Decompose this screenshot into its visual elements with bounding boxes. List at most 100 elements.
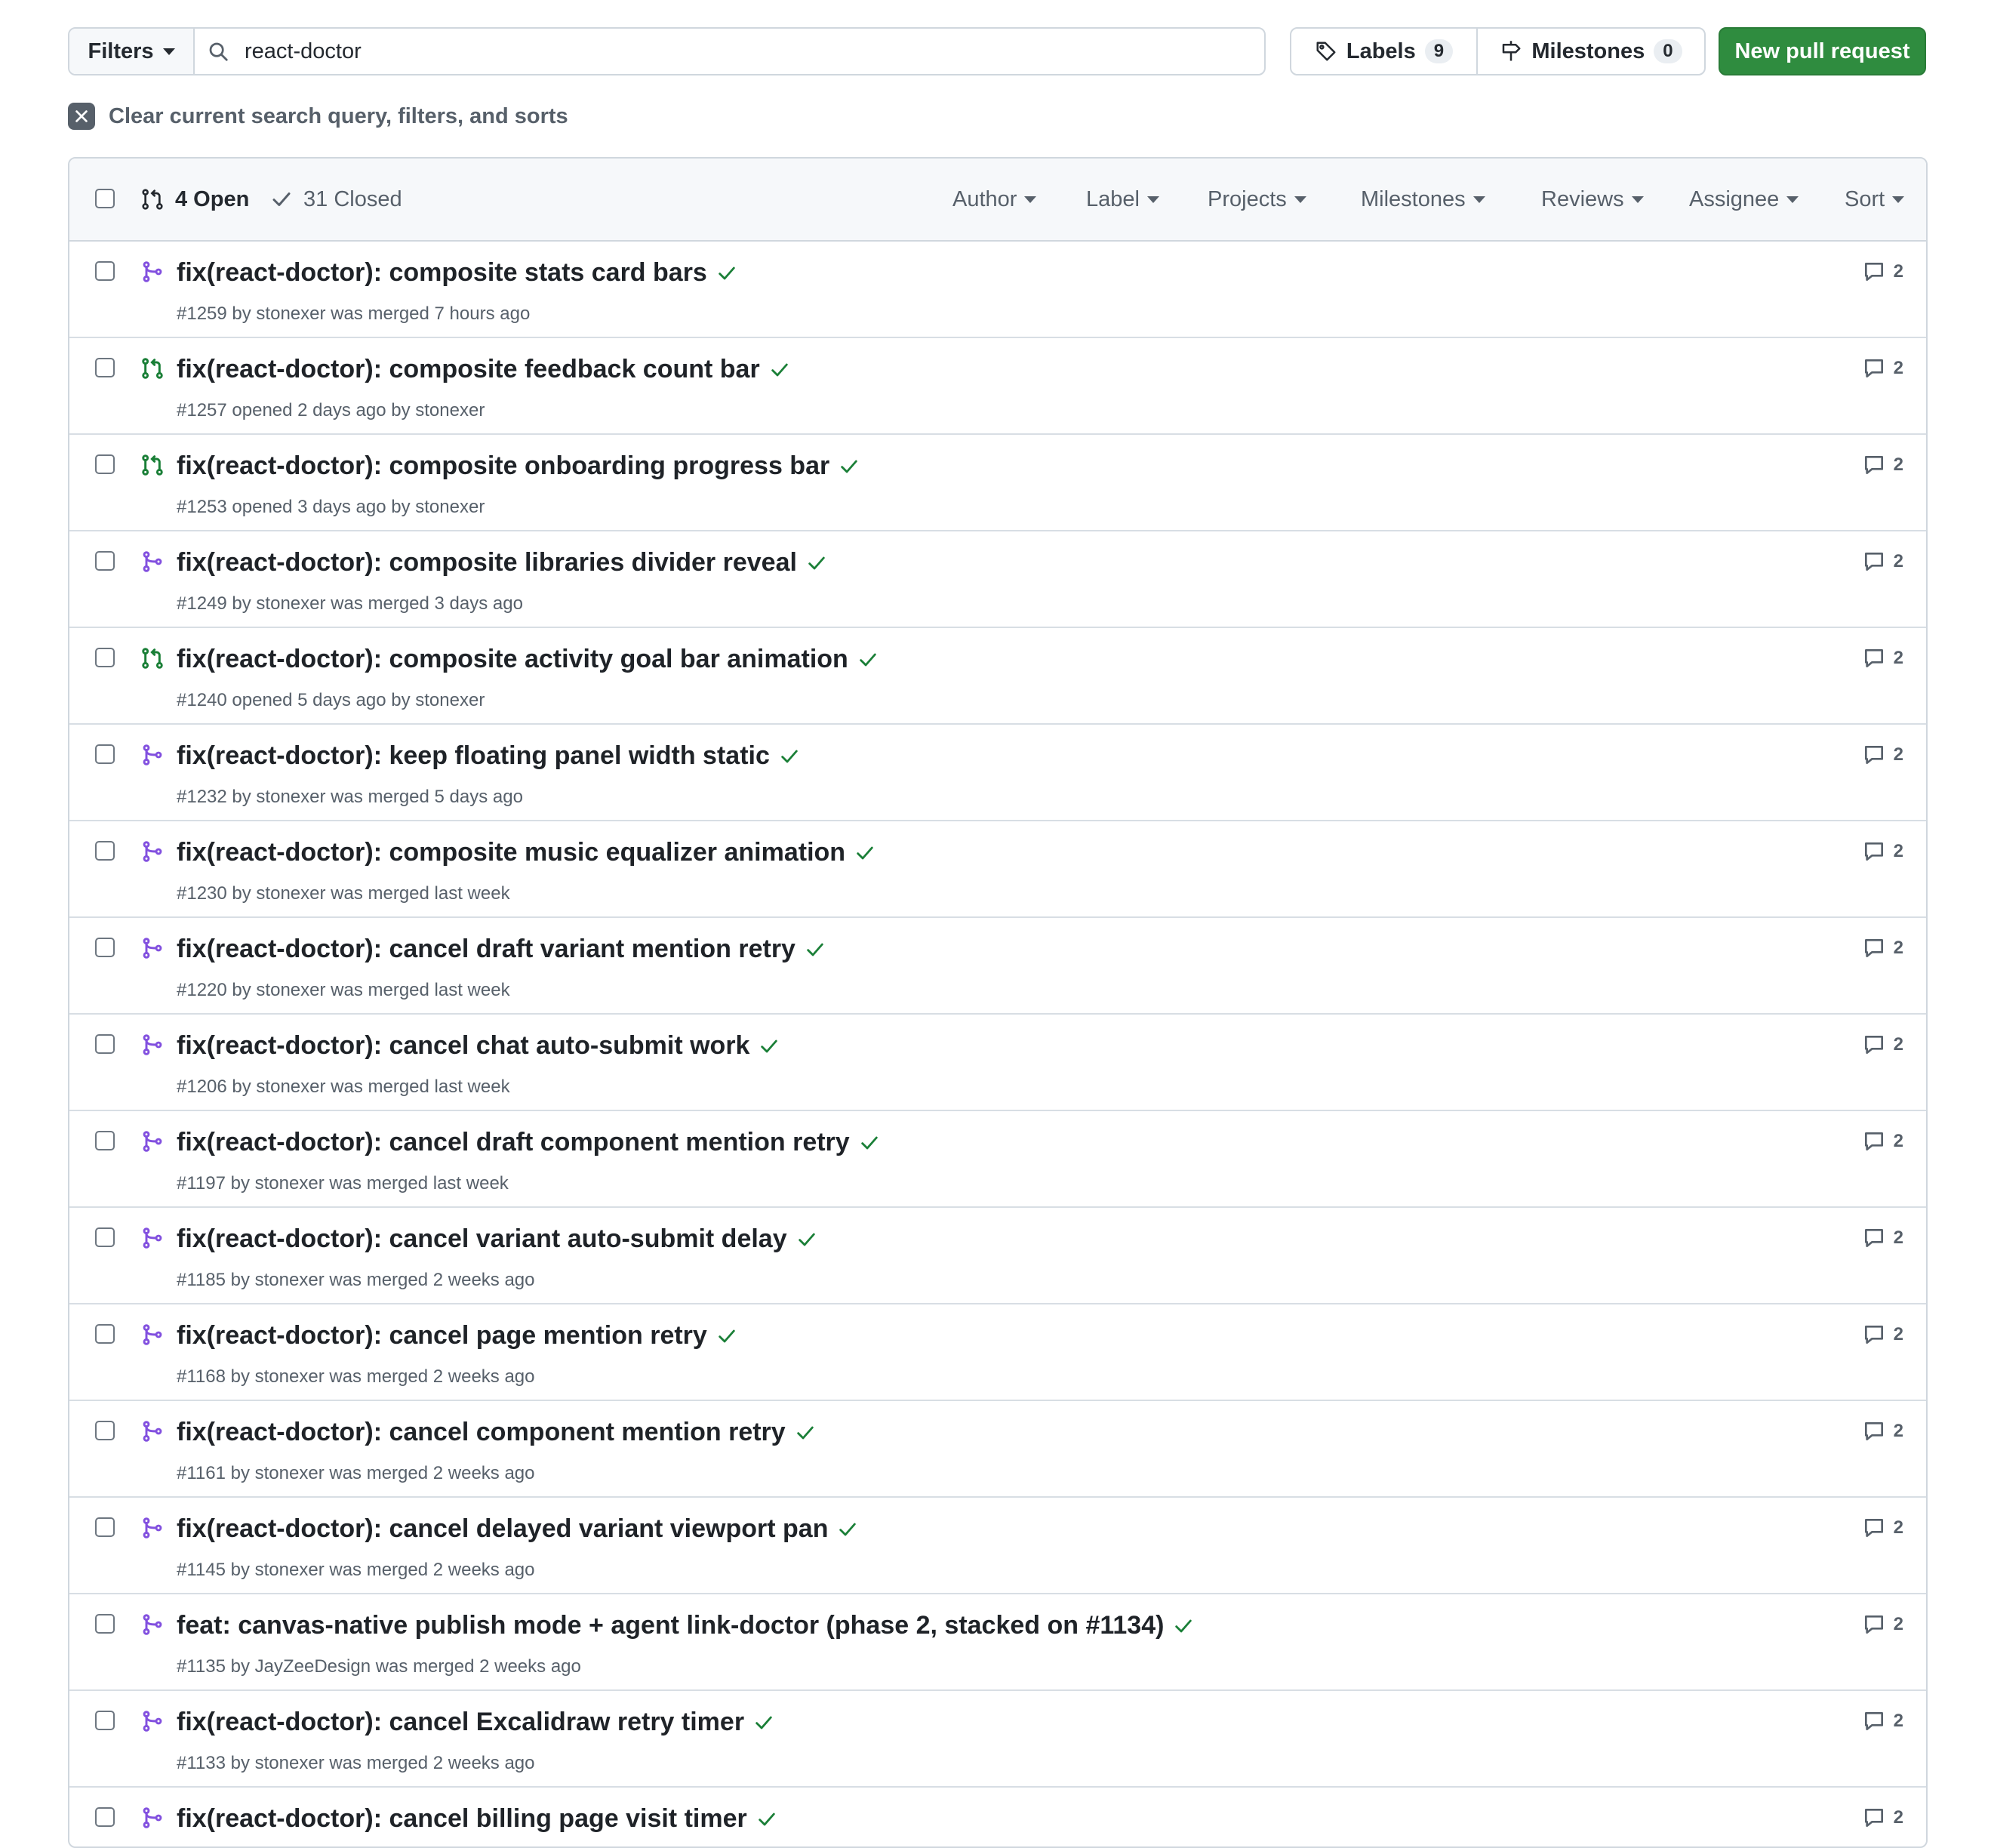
pull-request-row[interactable]: fix(react-doctor): cancel variant auto-s… [69,1208,1926,1304]
pr-title-link[interactable]: fix(react-doctor): cancel variant auto-s… [177,1224,817,1254]
comments-link[interactable]: 2 [1862,743,1903,767]
pr-title-link[interactable]: fix(react-doctor): cancel page mention r… [177,1321,737,1351]
comments-link[interactable]: 2 [1862,1612,1903,1637]
search-input[interactable] [243,38,1264,65]
pr-title: fix(react-doctor): keep floating panel w… [177,741,770,770]
comments-link[interactable]: 2 [1862,260,1903,284]
open-filter-tab[interactable]: 4 Open [140,159,249,240]
row-checkbox[interactable] [95,1034,115,1054]
pr-meta: #1249 by stonexer was merged 3 days ago [177,593,523,614]
row-checkbox[interactable] [95,358,115,377]
assignee-menu[interactable]: Assignee [1689,159,1799,240]
comment-icon [1862,936,1886,960]
pr-title-link[interactable]: fix(react-doctor): composite stats card … [177,258,737,288]
pull-request-row[interactable]: fix(react-doctor): composite onboarding … [69,435,1926,531]
row-checkbox[interactable] [95,1711,115,1730]
comments-link[interactable]: 2 [1862,1226,1903,1250]
pull-request-row[interactable]: fix(react-doctor): composite activity go… [69,628,1926,725]
closed-filter-tab[interactable]: 31 Closed [270,159,402,240]
row-checkbox[interactable] [95,1807,115,1827]
row-checkbox[interactable] [95,938,115,957]
comments-link[interactable]: 2 [1862,1419,1903,1443]
pr-title-link[interactable]: fix(react-doctor): composite libraries d… [177,548,827,578]
pull-request-row[interactable]: fix(react-doctor): cancel page mention r… [69,1304,1926,1401]
reviews-menu[interactable]: Reviews [1541,159,1644,240]
new-pull-request-button[interactable]: New pull request [1719,27,1926,75]
row-checkbox[interactable] [95,1421,115,1440]
label-menu[interactable]: Label [1086,159,1159,240]
pull-request-row[interactable]: fix(react-doctor): cancel draft componen… [69,1111,1926,1208]
pull-request-row[interactable]: fix(react-doctor): cancel draft variant … [69,918,1926,1015]
assignee-menu-label: Assignee [1689,186,1780,211]
sort-menu[interactable]: Sort [1845,159,1905,240]
pr-title-link[interactable]: fix(react-doctor): cancel delayed varian… [177,1514,858,1544]
pr-title-link[interactable]: fix(react-doctor): cancel billing page v… [177,1804,777,1834]
comment-icon [1862,743,1886,767]
row-checkbox[interactable] [95,1324,115,1344]
row-checkbox[interactable] [95,1614,115,1634]
comments-link[interactable]: 2 [1862,1323,1903,1347]
labels-button[interactable]: Labels 9 [1291,29,1478,74]
pr-title-link[interactable]: fix(react-doctor): cancel component ment… [177,1418,816,1447]
pr-title-link[interactable]: fix(react-doctor): cancel Excalidraw ret… [177,1708,774,1737]
pull-request-row[interactable]: fix(react-doctor): cancel component ment… [69,1401,1926,1498]
author-menu[interactable]: Author [952,159,1037,240]
pr-title-link[interactable]: fix(react-doctor): composite music equal… [177,838,875,867]
milestones-button[interactable]: Milestones 0 [1478,29,1704,74]
pull-request-row[interactable]: fix(react-doctor): composite libraries d… [69,531,1926,628]
labels-count: 9 [1424,39,1454,63]
pr-title: fix(react-doctor): composite music equal… [177,838,846,867]
pull-request-row[interactable]: fix(react-doctor): keep floating panel w… [69,725,1926,821]
clear-filters-text: Clear current search query, filters, and… [109,103,568,128]
pr-title: fix(react-doctor): composite activity go… [177,645,848,673]
pr-title-link[interactable]: fix(react-doctor): composite onboarding … [177,451,860,481]
pr-title-link[interactable]: feat: canvas-native publish mode + agent… [177,1611,1194,1640]
select-all-checkbox[interactable] [95,189,115,208]
comment-icon [1862,1709,1886,1733]
merged-pr-icon [140,743,165,767]
comments-link[interactable]: 2 [1862,1033,1903,1057]
row-checkbox[interactable] [95,261,115,281]
row-checkbox[interactable] [95,1227,115,1247]
pull-request-row[interactable]: fix(react-doctor): cancel billing page v… [69,1788,1926,1846]
pr-title-link[interactable]: fix(react-doctor): keep floating panel w… [177,741,800,771]
pull-request-row[interactable]: feat: canvas-native publish mode + agent… [69,1594,1926,1691]
filters-button[interactable]: Filters [69,29,195,74]
pull-request-row[interactable]: fix(react-doctor): cancel Excalidraw ret… [69,1691,1926,1788]
comments-link[interactable]: 2 [1862,839,1903,864]
row-checkbox[interactable] [95,1131,115,1150]
comment-count: 2 [1893,938,1903,958]
comments-link[interactable]: 2 [1862,1709,1903,1733]
comments-link[interactable]: 2 [1862,550,1903,574]
pr-title-link[interactable]: fix(react-doctor): cancel draft componen… [177,1128,880,1157]
pull-request-row[interactable]: fix(react-doctor): cancel chat auto-subm… [69,1015,1926,1111]
comments-link[interactable]: 2 [1862,356,1903,380]
comments-link[interactable]: 2 [1862,936,1903,960]
projects-menu[interactable]: Projects [1208,159,1306,240]
pr-title-link[interactable]: fix(react-doctor): composite activity go… [177,645,879,674]
pr-title: fix(react-doctor): composite feedback co… [177,355,760,383]
row-checkbox[interactable] [95,648,115,667]
clear-filters-link[interactable]: Clear current search query, filters, and… [68,101,568,131]
comments-link[interactable]: 2 [1862,646,1903,670]
pull-request-row[interactable]: fix(react-doctor): composite feedback co… [69,338,1926,435]
row-checkbox[interactable] [95,1517,115,1537]
comments-link[interactable]: 2 [1862,1516,1903,1540]
pr-title-link[interactable]: fix(react-doctor): cancel draft variant … [177,935,826,964]
row-checkbox[interactable] [95,744,115,764]
pull-request-row[interactable]: fix(react-doctor): cancel delayed varian… [69,1498,1926,1594]
open-pr-icon [140,356,165,380]
pull-request-row[interactable]: fix(react-doctor): composite music equal… [69,821,1926,918]
comments-link[interactable]: 2 [1862,1129,1903,1153]
pr-meta: #1145 by stonexer was merged 2 weeks ago [177,1560,535,1580]
row-checkbox[interactable] [95,454,115,474]
milestones-menu[interactable]: Milestones [1361,159,1485,240]
pull-request-row[interactable]: fix(react-doctor): composite stats card … [69,242,1926,338]
comments-link[interactable]: 2 [1862,453,1903,477]
row-checkbox[interactable] [95,841,115,861]
pr-title-link[interactable]: fix(react-doctor): composite feedback co… [177,355,790,384]
pr-title-link[interactable]: fix(react-doctor): cancel chat auto-subm… [177,1031,780,1061]
chevron-down-icon [1294,196,1306,203]
comments-link[interactable]: 2 [1862,1806,1903,1830]
row-checkbox[interactable] [95,551,115,571]
